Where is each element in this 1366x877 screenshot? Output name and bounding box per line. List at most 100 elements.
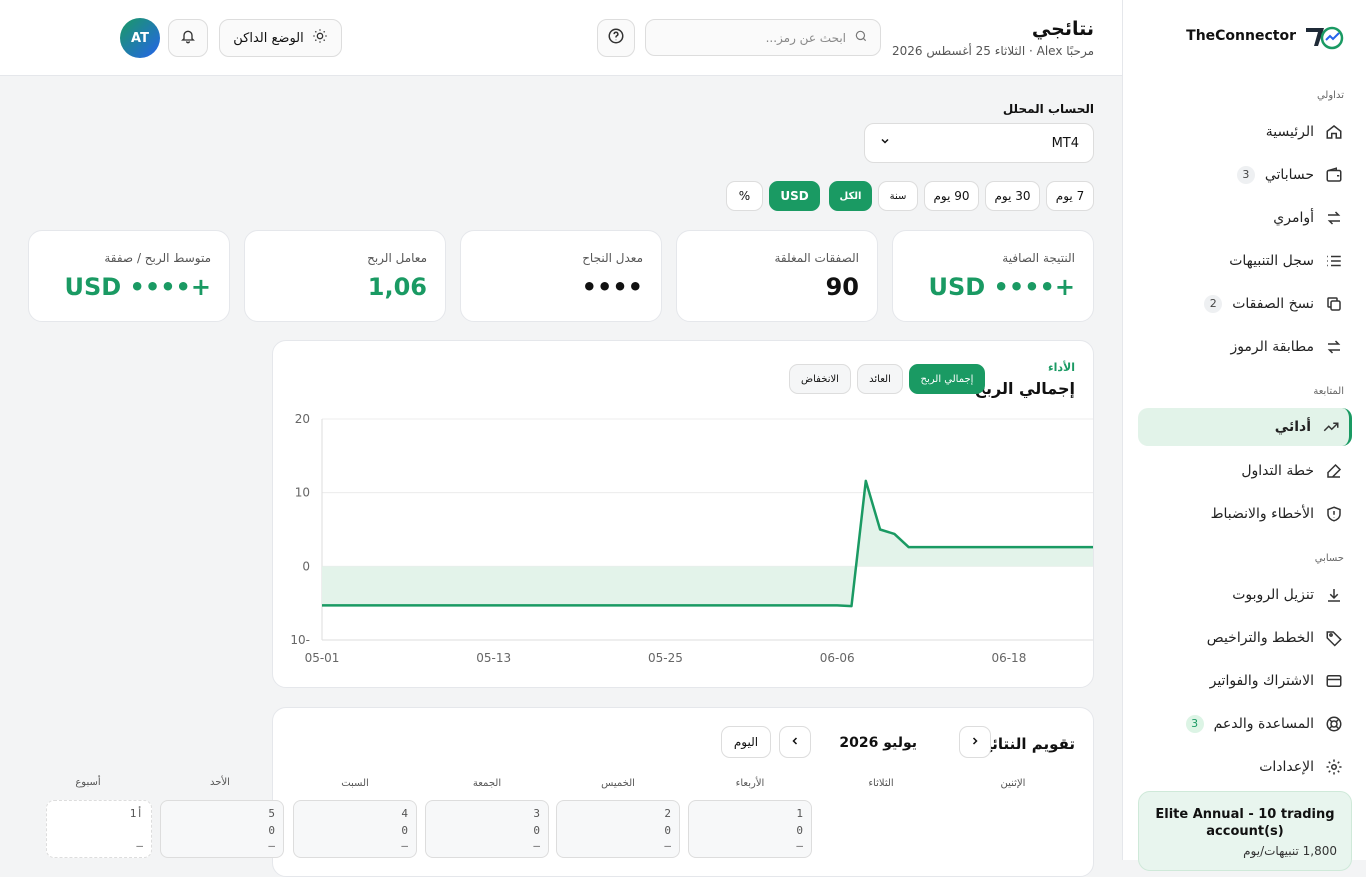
kpi-label: معدل النجاح — [582, 251, 643, 265]
sidebar-item-orders[interactable]: أوامري — [1138, 199, 1352, 237]
avatar[interactable]: AT — [120, 18, 160, 58]
search-icon — [854, 29, 868, 46]
plan-quota: 1,800 تنبيهات/يوم — [1243, 844, 1337, 858]
period-year[interactable]: سنة — [878, 181, 918, 211]
notifications-button[interactable] — [168, 19, 208, 57]
unit-percent[interactable]: % — [726, 181, 763, 211]
account-value: MT4 — [1051, 135, 1079, 151]
sidebar-item-help[interactable]: المساعدة والدعم 3 — [1138, 705, 1352, 743]
copy-icon — [1324, 294, 1344, 314]
sidebar-item-label: الاشتراك والفواتير — [1209, 673, 1314, 689]
sidebar-item-alerts-log[interactable]: سجل التنبيهات — [1138, 242, 1352, 280]
calendar-week-summary: أ1 — — [46, 800, 152, 858]
sidebar-item-symbol-mapping[interactable]: مطابقة الرموز — [1138, 328, 1352, 366]
calendar-day[interactable]: 5 0 — — [160, 800, 284, 858]
day-number: 5 — [268, 807, 275, 820]
connector-logo-icon — [1306, 26, 1344, 50]
day-number: 4 — [401, 807, 408, 820]
kpi-label: الصفقات المغلقة — [774, 251, 860, 265]
sidebar-item-label: أدائي — [1274, 419, 1311, 435]
day-name: الإثنين — [1000, 778, 1026, 789]
kpi-value: 1,06 — [367, 273, 427, 301]
page-title: نتائجي — [1031, 18, 1094, 40]
y-tick-label: 10- — [290, 633, 310, 647]
period-30d[interactable]: 30 يوم — [985, 181, 1040, 211]
period-90d[interactable]: 90 يوم — [924, 181, 979, 211]
copy-count-badge: 2 — [1204, 295, 1223, 313]
calendar-day[interactable]: 4 0 — — [293, 800, 417, 858]
day-pnl: — — [401, 839, 408, 852]
day-count: 0 — [268, 824, 275, 837]
performance-card: الأداء إجمالي الربح إجمالي الربح العائد … — [272, 340, 1094, 688]
sidebar-item-trading-plan[interactable]: خطة التداول — [1138, 452, 1352, 490]
area-fill — [322, 480, 1093, 607]
day-count: 0 — [796, 824, 803, 837]
kpi-profit-factor: معامل الربح 1,06 — [244, 230, 446, 322]
sidebar-item-discipline[interactable]: الأخطاء والانضباط — [1138, 495, 1352, 533]
shield-icon — [1324, 504, 1344, 524]
x-tick-label: 06-06 — [820, 651, 855, 665]
plan-title: Elite Annual - 10 trading account(s) — [1155, 807, 1335, 839]
help-circle-icon — [607, 27, 625, 49]
sidebar-item-download-bot[interactable]: تنزيل الروبوت — [1138, 576, 1352, 614]
brand-logo[interactable]: TheConnector — [1186, 22, 1344, 50]
y-tick-label: 0 — [302, 559, 310, 573]
home-icon — [1324, 122, 1344, 142]
edit-icon — [1324, 461, 1344, 481]
calendar-day[interactable]: 1 0 — — [688, 800, 812, 858]
period-7d[interactable]: 7 يوم — [1046, 181, 1094, 211]
help-button[interactable] — [597, 19, 635, 57]
sidebar-item-accounts[interactable]: حساباتي 3 — [1138, 156, 1352, 194]
day-name: الأربعاء — [735, 778, 765, 789]
kpi-label: معامل الربح — [367, 251, 427, 265]
sidebar-item-label: الرئيسية — [1265, 124, 1314, 140]
sidebar-item-label: نسخ الصفقات — [1232, 296, 1314, 312]
sidebar-item-copy-trades[interactable]: نسخ الصفقات 2 — [1138, 285, 1352, 323]
sidebar-item-home[interactable]: الرئيسية — [1138, 113, 1352, 151]
day-name: الثلاثاء — [868, 778, 894, 789]
gear-icon — [1324, 757, 1344, 777]
card-icon — [1324, 671, 1344, 691]
sidebar-item-performance[interactable]: أدائي — [1138, 408, 1352, 446]
kpi-label: متوسط الربح / صفقة — [104, 251, 211, 265]
day-pnl: — — [796, 839, 803, 852]
sidebar-item-label: سجل التنبيهات — [1229, 253, 1314, 269]
calendar-today-button[interactable]: اليوم — [721, 726, 771, 758]
sidebar-item-label: الخطط والتراخيص — [1206, 630, 1314, 646]
calendar-day[interactable]: 3 0 — — [425, 800, 549, 858]
x-tick-label: 05-13 — [476, 651, 511, 665]
performance-chart: 2010010-05-0105-1305-2506-0606-1806-30 — [290, 412, 1093, 665]
calendar-card: تقويم النتائج يوليو 2026 اليوم الإثنين ا… — [272, 707, 1094, 877]
sun-icon — [312, 28, 328, 48]
calendar-day[interactable]: 2 0 — — [556, 800, 680, 858]
accounts-count-badge: 3 — [1236, 166, 1255, 184]
calendar-prev-button[interactable] — [779, 726, 811, 758]
account-select[interactable]: MT4 — [864, 123, 1094, 163]
calendar-next-button[interactable] — [959, 726, 991, 758]
sidebar-item-label: الأخطاء والانضباط — [1210, 506, 1314, 522]
plan-card[interactable]: Elite Annual - 10 trading account(s) 1,8… — [1138, 791, 1352, 871]
y-tick-label: 20 — [295, 412, 310, 426]
day-name: الأحد — [210, 777, 230, 788]
chevron-left-icon — [789, 735, 801, 750]
download-icon — [1324, 585, 1344, 605]
period-all[interactable]: الكل — [829, 181, 872, 211]
swap-icon — [1324, 208, 1344, 228]
kpi-label: النتيجة الصافية — [1002, 251, 1075, 265]
tag-icon — [1324, 628, 1344, 648]
kpi-win-rate: معدل النجاح •••• — [460, 230, 662, 322]
search-input[interactable]: ابحث عن رمز... — [645, 19, 881, 56]
trend-icon — [1321, 417, 1341, 437]
sidebar-item-label: حساباتي — [1264, 167, 1314, 183]
dark-mode-button[interactable]: الوضع الداكن — [219, 19, 342, 57]
sidebar-item-label: تنزيل الروبوت — [1232, 587, 1314, 603]
sidebar-item-billing[interactable]: الاشتراك والفواتير — [1138, 662, 1352, 700]
help-count-badge: 3 — [1185, 715, 1204, 733]
page-subtitle: مرحبًا Alex · الثلاثاء 25 أغسطس 2026 — [892, 44, 1094, 58]
unit-usd[interactable]: USD — [769, 181, 820, 211]
sidebar-item-settings[interactable]: الإعدادات — [1138, 748, 1352, 786]
day-pnl: — — [268, 839, 275, 852]
x-tick-label: 06-18 — [991, 651, 1026, 665]
sidebar-item-plans[interactable]: الخطط والتراخيص — [1138, 619, 1352, 657]
kpi-closed-trades: الصفقات المغلقة 90 — [676, 230, 878, 322]
